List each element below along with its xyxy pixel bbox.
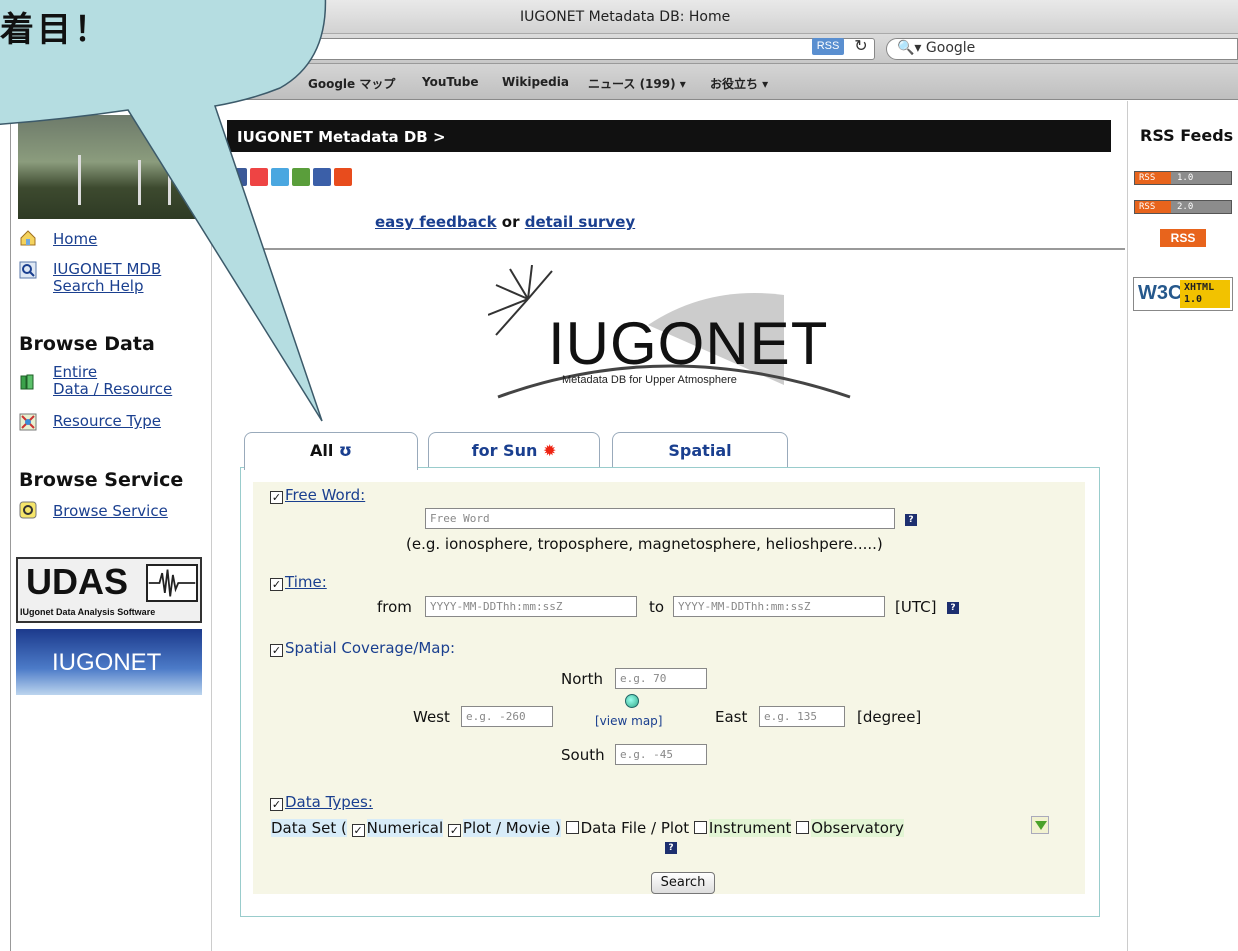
instrument-label: Instrument xyxy=(708,819,792,837)
time-checkbox[interactable]: ✓ xyxy=(270,578,283,591)
browser-search-input[interactable]: 🔍▾ Google xyxy=(886,38,1238,60)
screen: IUGONET Metadata DB: Home et.org/iugonet… xyxy=(0,0,1238,951)
observatory-label: Observatory xyxy=(811,819,904,837)
rss-1-0-left: RSS xyxy=(1135,172,1171,184)
spatial-checkbox[interactable]: ✓ xyxy=(270,644,283,657)
observatory-checkbox[interactable] xyxy=(796,821,810,834)
rss-2-0-right: 2.0 xyxy=(1171,201,1231,213)
west-input[interactable]: e.g. -260 xyxy=(461,706,553,727)
south-input[interactable]: e.g. -45 xyxy=(615,744,707,765)
numerical-checkbox[interactable]: ✓ xyxy=(351,824,365,837)
tab-spatial[interactable]: Spatial xyxy=(612,432,788,468)
help-icon[interactable]: ? xyxy=(905,514,917,526)
tab-sun-label: for Sun xyxy=(471,441,538,460)
udas-title: UDAS xyxy=(26,561,129,602)
waveform-icon xyxy=(146,564,198,602)
instrument-checkbox[interactable] xyxy=(693,821,707,834)
rightbar-divider xyxy=(1127,101,1128,951)
tab-for-sun[interactable]: for Sun ✹ xyxy=(428,432,600,468)
view-map-link[interactable]: [view map] xyxy=(595,714,662,728)
sidebar-item-browse-service[interactable]: Browse Service xyxy=(53,503,168,520)
bookmark-useful[interactable]: お役立ち ▾ xyxy=(710,75,768,92)
east-input[interactable]: e.g. 135 xyxy=(759,706,845,727)
detail-survey-link[interactable]: detail survey xyxy=(525,213,635,231)
iugonet-u-icon: ʊ xyxy=(338,441,353,461)
browser-search-placeholder: Google xyxy=(925,40,976,56)
service-icon xyxy=(19,501,37,519)
rss-2-0-badge[interactable]: RSS 2.0 xyxy=(1134,200,1232,214)
plot-movie-label: Plot / Movie ) xyxy=(462,819,561,837)
bookmark-news[interactable]: ニュース (199) ▾ xyxy=(588,75,686,92)
rss-feeds-heading: RSS Feeds xyxy=(1140,126,1234,145)
south-label: South xyxy=(561,746,605,764)
rss-badge[interactable]: RSS xyxy=(1160,229,1206,247)
help-icon[interactable]: ? xyxy=(947,602,959,614)
rss-1-0-badge[interactable]: RSS 1.0 xyxy=(1134,171,1232,185)
free-word-input[interactable]: Free Word xyxy=(425,508,895,529)
free-word-checkbox[interactable]: ✓ xyxy=(270,491,283,504)
w3c-xhtml-badge[interactable]: W3C XHTML 1.0 xyxy=(1133,277,1233,311)
tab-all[interactable]: All ʊ xyxy=(244,432,418,470)
feedback-or: or xyxy=(496,213,525,231)
rss-2-0-left: RSS xyxy=(1135,201,1171,213)
browse-service-heading: Browse Service xyxy=(19,469,184,491)
north-input[interactable]: e.g. 70 xyxy=(615,668,707,689)
rss-1-0-right: 1.0 xyxy=(1171,172,1231,184)
rss-chip-button[interactable]: RSS xyxy=(812,38,844,55)
iugonet-banner[interactable]: IUGONET xyxy=(16,629,202,695)
udas-subtitle: IUgonet Data Analysis Software xyxy=(20,607,156,617)
numerical-label: Numerical xyxy=(366,819,444,837)
search-button[interactable]: Search xyxy=(651,872,715,894)
data-file-plot-checkbox[interactable] xyxy=(565,821,579,834)
search-form: ✓ Free Word: Free Word ? (e.g. ionosphere… xyxy=(253,482,1085,894)
bookmark-wikipedia[interactable]: Wikipedia xyxy=(502,75,569,89)
west-label: West xyxy=(413,708,450,726)
time-from-input[interactable]: YYYY-MM-DDThh:mm:ssZ xyxy=(425,596,637,617)
tab-all-label: All xyxy=(309,441,334,460)
xhtml-label: XHTML 1.0 xyxy=(1180,280,1230,308)
help-icon[interactable]: ? xyxy=(665,842,677,854)
iugonet-banner-text: IUGONET xyxy=(52,649,162,676)
callout-bubble xyxy=(0,0,327,422)
north-label: North xyxy=(561,670,603,688)
iugonet-logo: IUGONET Metadata DB for Upper Atmosphere xyxy=(487,264,858,399)
tab-spatial-label: Spatial xyxy=(668,441,732,460)
xhtml-text: XHTML xyxy=(1184,282,1215,293)
time-label[interactable]: ✓ Time: xyxy=(270,573,327,591)
xhtml-version: 1.0 xyxy=(1184,294,1203,305)
east-label: East xyxy=(715,708,748,726)
sun-icon: ✹ xyxy=(542,441,557,460)
plot-movie-checkbox[interactable]: ✓ xyxy=(447,824,461,837)
callout-text: 着目！ xyxy=(0,10,111,50)
dataset-prefix: Data Set ( xyxy=(271,819,347,837)
data-types-row: Data Set ( ✓ Numerical ✓ Plot / Movie ) Da… xyxy=(271,819,904,837)
to-label: to xyxy=(649,598,665,616)
w3c-logo: W3C xyxy=(1138,282,1183,304)
time-to-input[interactable]: YYYY-MM-DDThh:mm:ssZ xyxy=(673,596,885,617)
udas-banner[interactable]: UDAS IUgonet Data Analysis Software xyxy=(16,557,202,623)
window-title: IUGONET Metadata DB: Home xyxy=(520,9,731,25)
data-types-label[interactable]: ✓ Data Types: xyxy=(270,793,373,811)
from-label: from xyxy=(377,598,412,616)
bookmark-youtube[interactable]: YouTube xyxy=(422,75,479,89)
search-icon: 🔍▾ xyxy=(897,40,926,56)
data-types-checkbox[interactable]: ✓ xyxy=(270,798,283,811)
free-word-example: (e.g. ionosphere, troposphere, magnetosp… xyxy=(406,535,883,553)
spatial-label[interactable]: ✓ Spatial Coverage/Map: xyxy=(270,639,455,657)
expand-arrow-icon[interactable] xyxy=(1031,816,1049,834)
free-word-label[interactable]: ✓ Free Word: xyxy=(270,486,365,504)
data-file-plot-label: Data File / Plot xyxy=(580,819,690,837)
search-panel: ✓ Free Word: Free Word ? (e.g. ionosphere… xyxy=(240,467,1100,917)
reload-icon[interactable]: ↻ xyxy=(850,36,872,56)
utc-label: [UTC] xyxy=(895,598,937,616)
logo-title: IUGONET xyxy=(548,310,829,377)
logo-subtitle: Metadata DB for Upper Atmosphere xyxy=(562,374,737,386)
degree-label: [degree] xyxy=(857,708,922,726)
globe-icon[interactable] xyxy=(625,694,639,708)
